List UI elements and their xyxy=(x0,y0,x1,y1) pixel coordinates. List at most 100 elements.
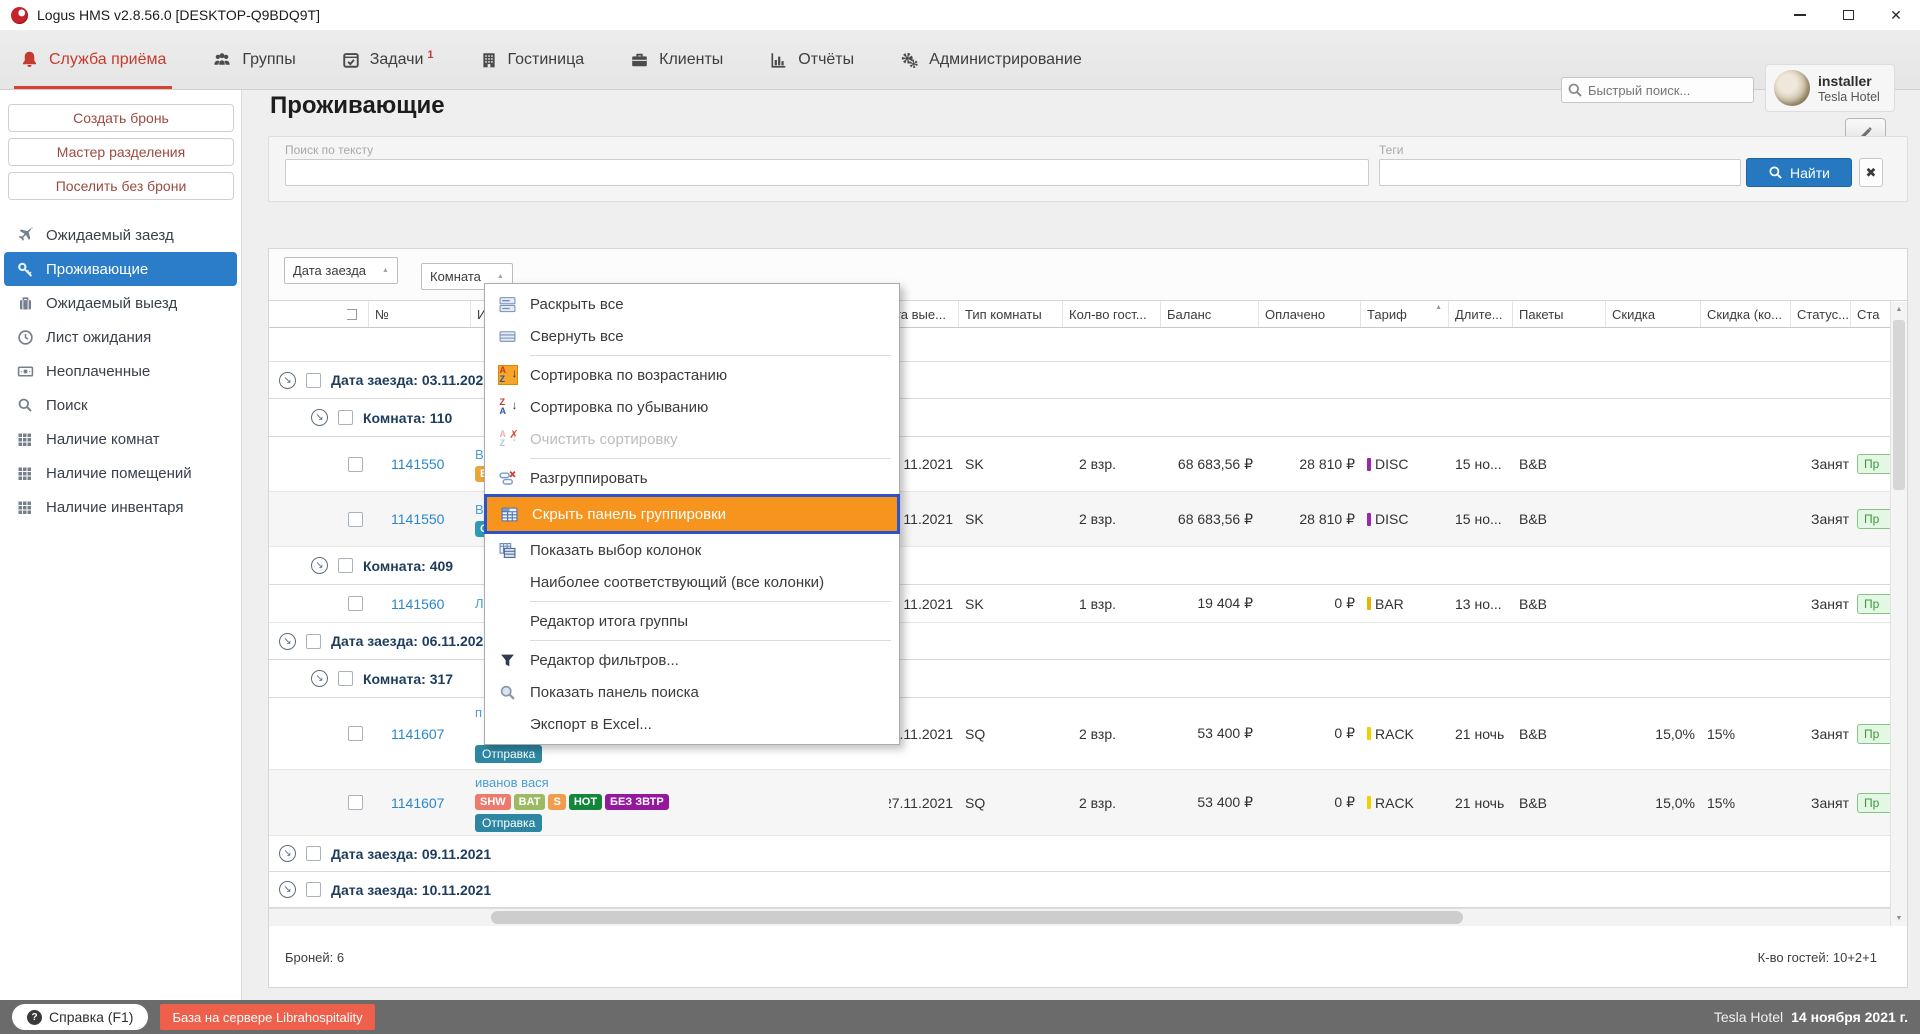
nav-item-4[interactable]: Клиенты xyxy=(630,30,723,89)
database-server-button[interactable]: База на сервере Librahospitality xyxy=(160,1004,374,1030)
text-search-input[interactable] xyxy=(285,159,1369,186)
quick-search-input[interactable] xyxy=(1561,77,1754,103)
menu-item-14[interactable]: Редактор фильтров... xyxy=(485,644,899,676)
group-checkbox[interactable] xyxy=(306,634,321,649)
column-header-13[interactable]: Статус... xyxy=(1791,301,1851,327)
column-header-0[interactable] xyxy=(269,301,369,327)
row-checkbox[interactable] xyxy=(348,795,363,810)
column-header-4[interactable]: Тип комнаты xyxy=(959,301,1063,327)
column-header-9[interactable]: Длите... xyxy=(1449,301,1513,327)
menu-item-10[interactable]: Наиболее соответствующий (все колонки) xyxy=(485,566,899,598)
discount-cell xyxy=(1606,437,1701,491)
group-checkbox[interactable] xyxy=(306,373,321,388)
sidebar-item-7[interactable]: Наличие помещений xyxy=(4,456,237,490)
group-chip-0[interactable]: Дата заезда▲ xyxy=(284,257,398,284)
collapse-group-icon[interactable]: ↘ xyxy=(279,881,296,898)
menu-item-1[interactable]: Свернуть все xyxy=(485,320,899,352)
booking-number-link[interactable]: 1141560 xyxy=(391,596,444,612)
sidebar-item-2[interactable]: Ожидаемый выезд xyxy=(4,286,237,320)
vertical-scrollbar[interactable]: ▲ ▼ xyxy=(1890,302,1907,926)
column-header-10[interactable]: Пакеты xyxy=(1513,301,1606,327)
collapse-group-icon[interactable]: ↘ xyxy=(311,670,328,687)
column-header-8[interactable]: Тариф▲ xyxy=(1361,301,1449,327)
collapse-group-icon[interactable]: ↘ xyxy=(311,409,328,426)
column-header-label: Пакеты xyxy=(1519,307,1564,322)
nav-item-label: Служба приёма xyxy=(49,51,166,69)
sidebar-item-1[interactable]: Проживающие xyxy=(4,252,237,286)
sidebar-item-4[interactable]: Неоплаченные xyxy=(4,354,237,388)
menu-item-16[interactable]: Экспорт в Excel... xyxy=(485,708,899,740)
horizontal-scrollbar[interactable] xyxy=(269,908,1891,926)
column-header-6[interactable]: Баланс xyxy=(1161,301,1259,327)
booking-number-link[interactable]: 1141607 xyxy=(391,795,444,811)
group-checkbox[interactable] xyxy=(338,558,353,573)
group-row[interactable]: ↘ Дата заезда: 09.11.2021 xyxy=(269,836,1891,872)
booking-number-link[interactable]: 1141607 xyxy=(391,726,444,742)
menu-item-4[interactable]: ZA↓Сортировка по убыванию xyxy=(485,391,899,423)
nav-item-1[interactable]: Группы xyxy=(212,30,295,89)
collapse-group-icon[interactable]: ↘ xyxy=(311,557,328,574)
status-chip: Пр xyxy=(1857,724,1891,744)
group-checkbox[interactable] xyxy=(306,882,321,897)
booking-number-link[interactable]: 1141550 xyxy=(391,511,444,527)
table-row[interactable]: 1141607 иванов вася SHWBATSHOTБЕЗ ЗВТР О… xyxy=(269,770,1891,836)
group-checkbox[interactable] xyxy=(306,846,321,861)
status-bar: ? Справка (F1) База на сервере Librahosp… xyxy=(0,1000,1920,1034)
collapse-group-icon[interactable]: ↘ xyxy=(279,633,296,650)
collapse-group-icon[interactable]: ↘ xyxy=(279,845,296,862)
row-checkbox[interactable] xyxy=(348,726,363,741)
vscroll-thumb[interactable] xyxy=(1893,320,1905,490)
column-header-5[interactable]: Кол-во гост... xyxy=(1063,301,1161,327)
row-checkbox[interactable] xyxy=(348,512,363,527)
menu-item-8[interactable]: Скрыть панель группировки xyxy=(484,494,900,534)
menu-item-15[interactable]: Показать панель поиска xyxy=(485,676,899,708)
menu-item-0[interactable]: Раскрыть все xyxy=(485,288,899,320)
nav-item-0[interactable]: Служба приёма xyxy=(20,30,166,89)
clear-filter-button[interactable]: ✖ xyxy=(1859,158,1883,187)
balance-cell: 53 400 ₽ xyxy=(1161,698,1259,769)
row-checkbox[interactable] xyxy=(348,457,363,472)
scroll-down-icon[interactable]: ▼ xyxy=(1891,911,1907,926)
hscroll-thumb[interactable] xyxy=(491,911,1463,924)
menu-item-7[interactable]: Разгруппировать xyxy=(485,462,899,494)
row-checkbox[interactable] xyxy=(348,596,363,611)
booking-number-link[interactable]: 1141550 xyxy=(391,456,444,472)
maximize-button[interactable] xyxy=(1824,0,1872,30)
close-button[interactable]: ✕ xyxy=(1872,0,1920,30)
sidebar-item-3[interactable]: Лист ожидания xyxy=(4,320,237,354)
sidebar-item-8[interactable]: Наличие инвентаря xyxy=(4,490,237,524)
find-button-label: Найти xyxy=(1790,165,1830,181)
nav-item-5[interactable]: Отчёты xyxy=(769,30,854,89)
nav-item-6[interactable]: Администрирование xyxy=(900,30,1082,89)
find-button[interactable]: Найти xyxy=(1746,158,1852,187)
sidebar-item-5[interactable]: Поиск xyxy=(4,388,237,422)
group-checkbox[interactable] xyxy=(338,410,353,425)
column-header-7[interactable]: Оплачено xyxy=(1259,301,1361,327)
sidebar-item-0[interactable]: Ожидаемый заезд xyxy=(4,218,237,252)
sidebar-button-0[interactable]: Создать бронь xyxy=(8,104,234,132)
tags-input[interactable] xyxy=(1379,159,1741,186)
minimize-button[interactable] xyxy=(1776,0,1824,30)
group-checkbox[interactable] xyxy=(338,671,353,686)
guest-name[interactable]: иванов вася xyxy=(475,774,885,791)
column-header-11[interactable]: Скидка xyxy=(1606,301,1701,327)
user-card[interactable]: installer Tesla Hotel xyxy=(1765,64,1895,112)
sidebar-button-2[interactable]: Поселить без брони xyxy=(8,172,234,200)
menu-separator xyxy=(530,458,891,459)
sidebar-button-1[interactable]: Мастер разделения xyxy=(8,138,234,166)
menu-item-12[interactable]: Редактор итога группы xyxy=(485,605,899,637)
menu-item-3[interactable]: AZ↓Сортировка по возрастанию xyxy=(485,359,899,391)
menu-item-5[interactable]: AZ↓✗Очистить сортировку xyxy=(485,423,899,455)
sidebar-item-6[interactable]: Наличие комнат xyxy=(4,422,237,456)
column-header-1[interactable]: № xyxy=(369,301,471,327)
nav-item-2[interactable]: Задачи 1 xyxy=(342,30,434,89)
filter-icon xyxy=(499,652,516,669)
column-header-14[interactable]: Ста xyxy=(1851,301,1891,327)
group-row[interactable]: ↘ Дата заезда: 10.11.2021 xyxy=(269,872,1891,908)
scroll-up-icon[interactable]: ▲ xyxy=(1891,302,1907,317)
menu-item-9[interactable]: Показать выбор колонок xyxy=(485,534,899,566)
collapse-group-icon[interactable]: ↘ xyxy=(279,372,296,389)
column-header-12[interactable]: Скидка (ко... xyxy=(1701,301,1791,327)
nav-item-3[interactable]: Гостиница xyxy=(480,30,585,89)
help-button[interactable]: ? Справка (F1) xyxy=(12,1004,148,1030)
